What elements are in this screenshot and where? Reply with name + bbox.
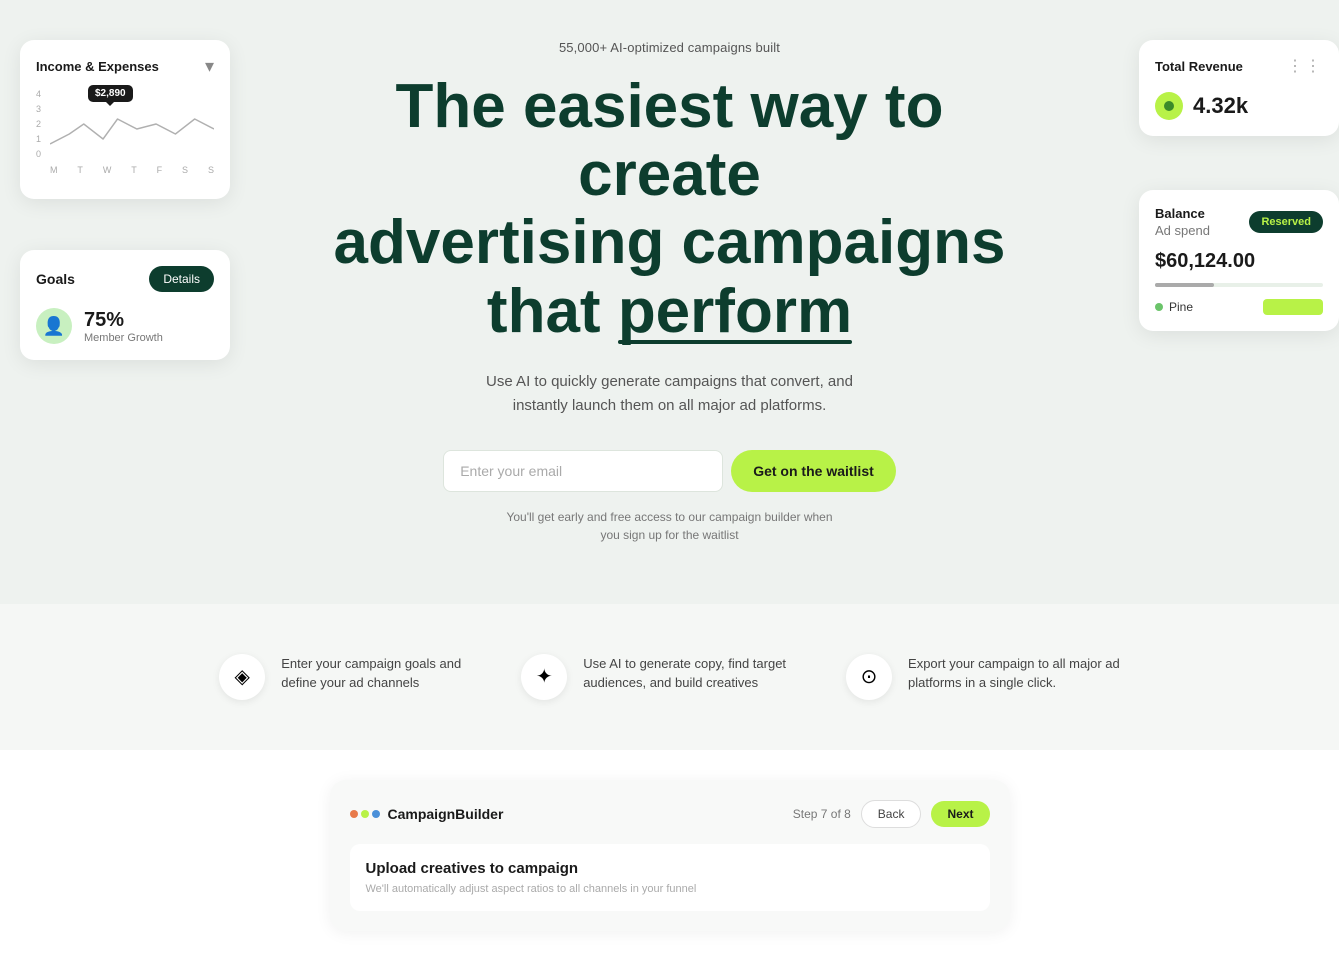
campaign-builder-card: CampaignBuilder Step 7 of 8 Back Next Up… [330,780,1010,931]
income-dropdown-icon[interactable]: ▾ [205,56,214,77]
x-label: M [50,165,58,175]
cb-content-subtitle: We'll automatically adjust aspect ratios… [366,883,974,895]
logo-dot-blue [372,810,380,818]
y-label: 4 [36,89,41,99]
hero-title-line1: The easiest way to create [396,72,944,209]
cb-logo-text: CampaignBuilder [388,806,504,822]
goals-percent: 75% [84,309,163,332]
cb-logo-icon [350,810,380,818]
pine-dot [1155,303,1163,311]
person-icon: 👤 [43,316,65,337]
goals-label: Member Growth [84,332,163,344]
goals-content: 👤 75% Member Growth [36,308,214,344]
income-expenses-card: Income & Expenses ▾ $2,890 4 3 2 1 0 M T… [20,40,230,199]
revenue-card-header: Total Revenue ⋮⋮ [1155,56,1323,76]
y-label: 1 [36,134,41,144]
total-revenue-card: Total Revenue ⋮⋮ 4.32k [1139,40,1339,136]
balance-bar-indicator [1263,299,1323,315]
cb-logo: CampaignBuilder [350,806,504,822]
feature-text-3: Export your campaign to all major ad pla… [908,654,1120,693]
x-label: W [103,165,112,175]
adspend-label: Ad spend [1155,223,1210,238]
cb-back-button[interactable]: Back [861,800,922,828]
x-label: T [131,165,137,175]
hero-note-line2: you sign up for the waitlist [600,528,738,542]
revenue-card-title: Total Revenue [1155,59,1243,74]
feature-text-1: Enter your campaign goals and define you… [281,654,461,693]
balance-progress-fill [1155,283,1214,287]
balance-card-labels: Balance Ad spend [1155,206,1210,238]
balance-amount: $60,124.00 [1155,250,1323,273]
cb-content-title: Upload creatives to campaign [366,860,974,877]
y-label: 3 [36,104,41,114]
income-card-title: Income & Expenses [36,59,159,74]
mini-chart: $2,890 4 3 2 1 0 M T W T F S S [36,85,214,175]
goals-card-header: Goals Details [36,266,214,292]
goals-card-title: Goals [36,271,75,287]
hero-subtitle: 55,000+ AI-optimized campaigns built [559,40,780,55]
logo-dot-orange [350,810,358,818]
waitlist-button[interactable]: Get on the waitlist [731,450,896,492]
chart-y-labels: 4 3 2 1 0 [36,89,41,159]
x-label: S [182,165,188,175]
feature-item-2: ✦ Use AI to generate copy, find target a… [521,654,786,700]
campaign-goals-icon: ◈ [235,664,250,689]
balance-tag-row: Pine [1155,299,1323,315]
goals-card: Goals Details 👤 75% Member Growth [20,250,230,360]
ai-generate-icon: ✦ [536,664,553,689]
hero-desc-line1: Use AI to quickly generate campaigns tha… [486,373,853,390]
feature-icon-wrap-2: ✦ [521,654,567,700]
cb-content: Upload creatives to campaign We'll autom… [350,844,990,911]
hero-section: Income & Expenses ▾ $2,890 4 3 2 1 0 M T… [0,0,1339,604]
email-form: Get on the waitlist [443,450,896,492]
export-icon: ⊙ [861,664,878,689]
avatar: 👤 [36,308,72,344]
hero-note: You'll get early and free access to our … [506,508,832,544]
y-label: 0 [36,149,41,159]
cb-step: Step 7 of 8 [793,807,851,821]
feature-icon-wrap-1: ◈ [219,654,265,700]
features-section: ◈ Enter your campaign goals and define y… [0,604,1339,750]
hero-description: Use AI to quickly generate campaigns tha… [486,370,853,418]
feature-item-1: ◈ Enter your campaign goals and define y… [219,654,461,700]
hero-desc-line2: instantly launch them on all major ad pl… [513,397,826,414]
feature-icon-wrap-3: ⊙ [846,654,892,700]
cb-next-button[interactable]: Next [931,801,989,827]
email-input[interactable] [443,450,723,492]
x-label: S [208,165,214,175]
chart-x-labels: M T W T F S S [50,165,214,175]
balance-adspend-card: Balance Ad spend Reserved $60,124.00 Pin… [1139,190,1339,331]
logo-dot-green [361,810,369,818]
revenue-dot-indicator [1155,92,1183,120]
x-label: T [77,165,83,175]
goals-stats: 75% Member Growth [84,309,163,344]
balance-tag: Pine [1155,300,1193,314]
revenue-value-row: 4.32k [1155,92,1323,120]
preview-section: CampaignBuilder Step 7 of 8 Back Next Up… [0,750,1339,961]
revenue-amount: 4.32k [1193,93,1248,119]
x-label: F [157,165,163,175]
feature-item-3: ⊙ Export your campaign to all major ad p… [846,654,1120,700]
balance-progress-bar [1155,283,1323,287]
balance-label: Balance [1155,206,1210,221]
balance-card-header: Balance Ad spend Reserved [1155,206,1323,238]
cb-header: CampaignBuilder Step 7 of 8 Back Next [350,800,990,828]
pine-label: Pine [1169,300,1193,314]
hero-title-highlight: perform [618,278,852,346]
hero-note-line1: You'll get early and free access to our … [506,510,832,524]
feature-text-2: Use AI to generate copy, find target aud… [583,654,786,693]
reserved-badge: Reserved [1249,211,1323,233]
income-card-header: Income & Expenses ▾ [36,56,214,77]
cb-nav: Step 7 of 8 Back Next [793,800,990,828]
y-label: 2 [36,119,41,129]
revenue-dot-inner [1164,101,1174,111]
hero-title: The easiest way to create advertising ca… [320,73,1020,346]
details-button[interactable]: Details [149,266,214,292]
more-options-icon[interactable]: ⋮⋮ [1287,56,1323,76]
chart-area [50,89,214,159]
